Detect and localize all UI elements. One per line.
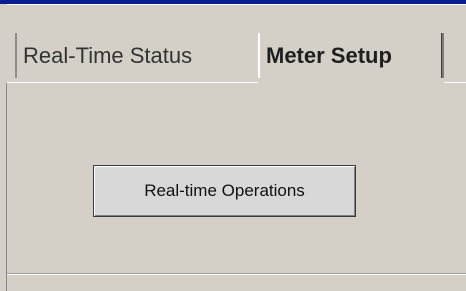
- real-time-operations-button[interactable]: Real-time Operations: [93, 165, 356, 217]
- tab-strip: Real-Time Status Meter Setup: [0, 5, 466, 83]
- tab-meter-setup[interactable]: Meter Setup: [258, 33, 444, 78]
- meter-setup-panel: Real-time Operations: [7, 83, 466, 291]
- tab-real-time-status[interactable]: Real-Time Status: [15, 33, 255, 78]
- panel-divider-highlight: [7, 274, 466, 275]
- meter-window: Real-Time Status Meter Setup Real-time O…: [0, 0, 466, 291]
